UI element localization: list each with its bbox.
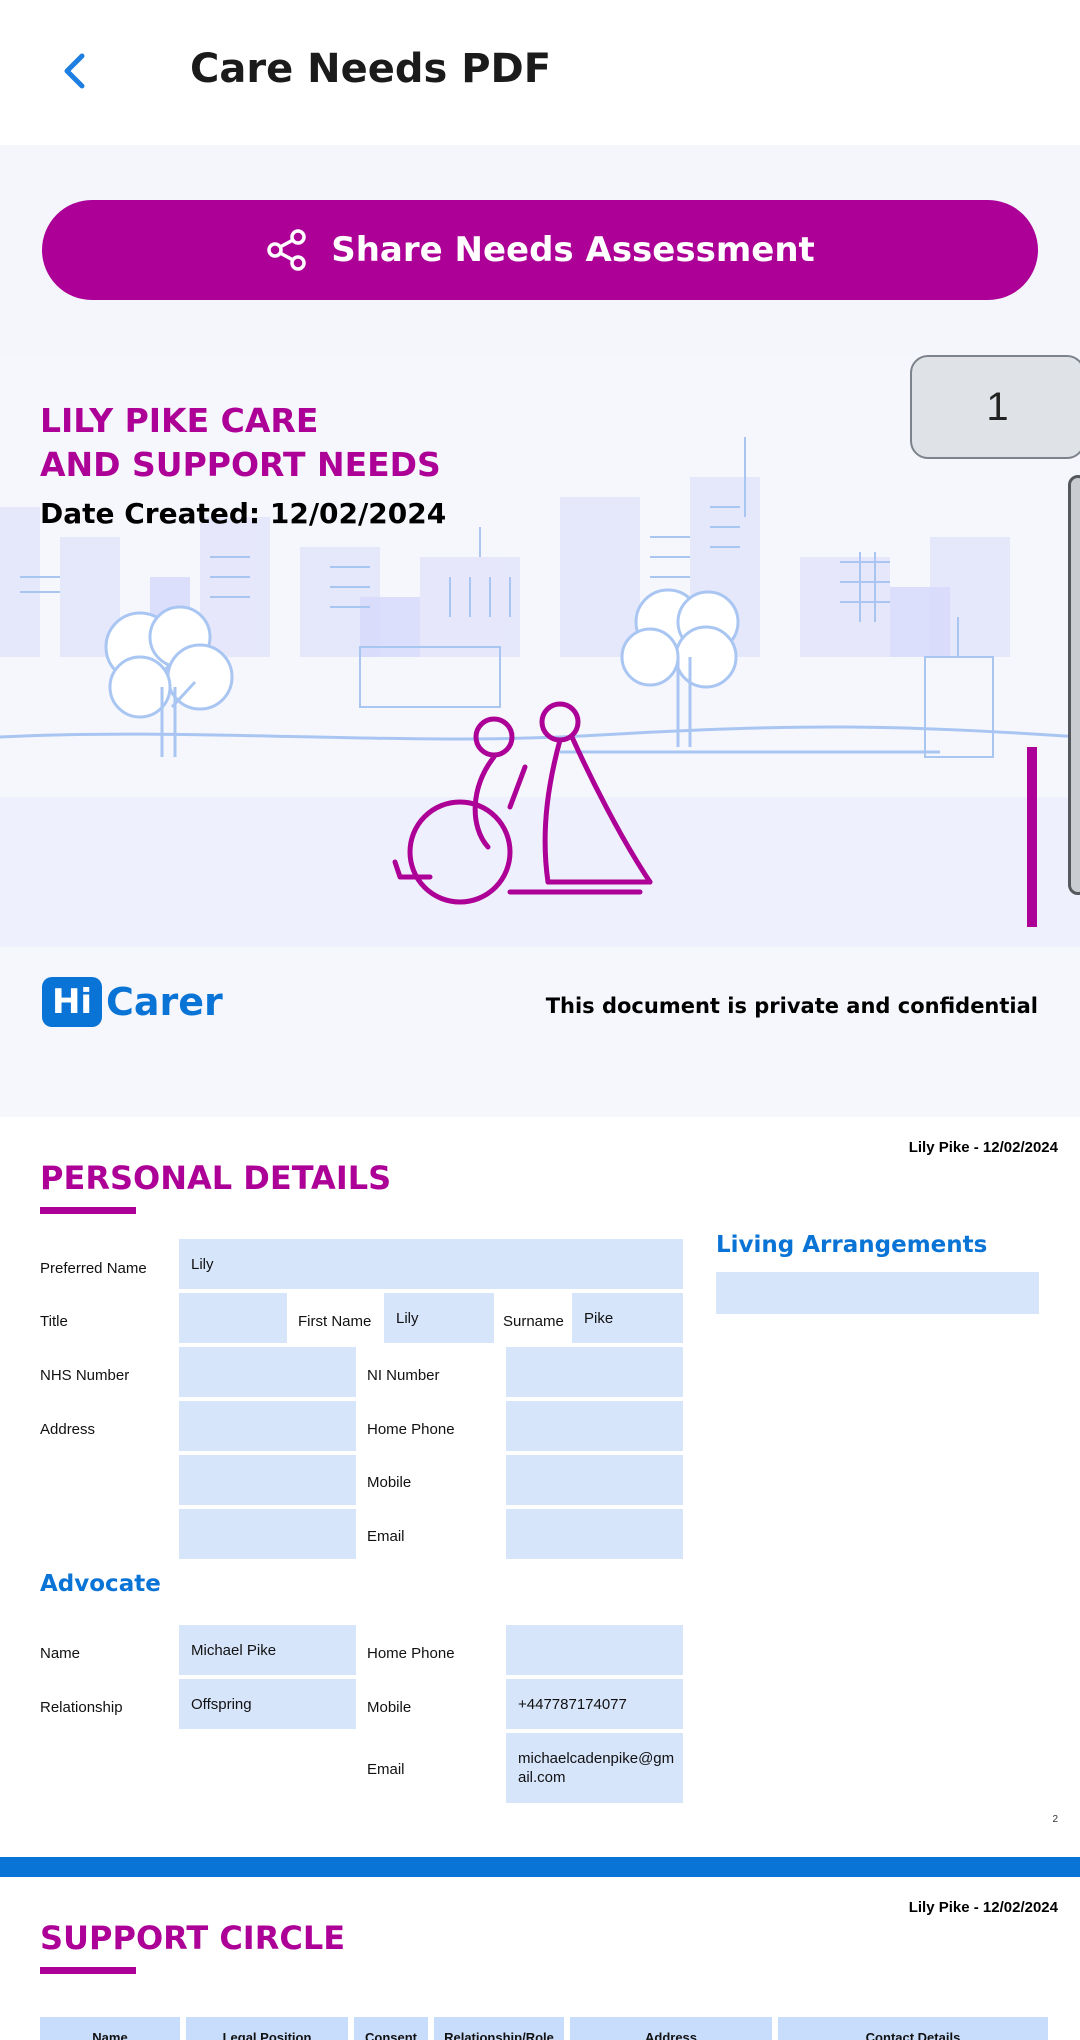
value-address-line1	[179, 1401, 356, 1451]
value-first-name: Lily	[384, 1293, 494, 1343]
table-header-contact-details: Contact Details	[778, 2017, 1048, 2040]
app-bar: Care Needs PDF	[0, 0, 1080, 145]
label-preferred-name: Preferred Name	[40, 1260, 147, 1277]
value-advocate-home-phone	[506, 1625, 683, 1675]
label-address: Address	[40, 1421, 96, 1438]
value-address-line3	[179, 1509, 356, 1559]
label-surname: Surname	[503, 1313, 564, 1330]
page-divider	[0, 1857, 1080, 1877]
back-button[interactable]	[48, 44, 102, 98]
table-header-name: Name	[40, 2017, 180, 2040]
label-advocate-relationship: Relationship	[40, 1699, 123, 1716]
label-home-phone: Home Phone	[367, 1421, 455, 1438]
pdf-page-personal-details: Lily Pike - 12/02/2024 PERSONAL DETAILS …	[0, 1117, 1080, 1857]
hicarer-logo: Hi Carer	[42, 977, 223, 1027]
section-underline	[40, 1967, 136, 1974]
value-surname: Pike	[572, 1293, 683, 1343]
table-header-consent: Consent	[354, 2017, 428, 2040]
cover-title-line2: AND SUPPORT NEEDS	[40, 445, 441, 484]
table-header-address: Address	[570, 2017, 772, 2040]
pdf-page-cover: LILY PIKE CARE AND SUPPORT NEEDS Date Cr…	[0, 357, 1080, 1117]
value-mobile	[506, 1455, 683, 1505]
pdf-viewer[interactable]: Share Needs Assessment LILY PIKE CARE AN…	[0, 145, 1080, 2040]
chevron-left-icon	[64, 53, 85, 89]
cover-title: LILY PIKE CARE AND SUPPORT NEEDS	[40, 399, 441, 487]
share-icon	[267, 229, 306, 271]
label-email: Email	[367, 1528, 405, 1545]
label-advocate-home-phone: Home Phone	[367, 1645, 455, 1662]
value-preferred-name: Lily	[179, 1239, 683, 1289]
value-advocate-mobile: +447787174077	[506, 1679, 683, 1729]
section-title-personal-details: PERSONAL DETAILS	[40, 1159, 392, 1197]
value-email	[506, 1509, 683, 1559]
living-arrangements-title: Living Arrangements	[716, 1232, 988, 1258]
confidential-notice: This document is private and confidentia…	[545, 994, 1038, 1018]
value-advocate-name: Michael Pike	[179, 1625, 356, 1675]
share-needs-assessment-button[interactable]: Share Needs Assessment	[42, 200, 1038, 300]
logo-wordmark: Carer	[106, 980, 223, 1024]
share-button-label: Share Needs Assessment	[331, 230, 815, 270]
table-header-legal-position: Legal Position	[186, 2017, 348, 2040]
cover-title-line1: LILY PIKE CARE	[40, 401, 319, 440]
page-number-indicator: 1	[910, 355, 1080, 459]
page-number: 2	[1052, 1814, 1058, 1825]
value-nhs-number	[179, 1347, 356, 1397]
scrollbar-handle[interactable]	[1068, 475, 1080, 895]
label-advocate-name: Name	[40, 1645, 81, 1662]
label-mobile: Mobile	[367, 1474, 412, 1491]
section-title-support-circle: SUPPORT CIRCLE	[40, 1919, 346, 1957]
label-ni-number: NI Number	[367, 1367, 440, 1384]
section-underline	[40, 1207, 136, 1214]
label-first-name: First Name	[298, 1313, 372, 1330]
accent-bar	[1027, 747, 1037, 927]
label-advocate-mobile: Mobile	[367, 1699, 412, 1716]
value-home-phone	[506, 1401, 683, 1451]
cityscape-illustration	[0, 437, 1080, 947]
table-header-relationship-role: Relationship/Role	[434, 2017, 564, 2040]
page-title: Care Needs PDF	[190, 46, 552, 92]
value-advocate-email: michaelcadenpike@gmail.com	[506, 1733, 683, 1803]
pdf-page-support-circle: Lily Pike - 12/02/2024 SUPPORT CIRCLE Na…	[0, 1877, 1080, 2040]
page-header-name-date: Lily Pike - 12/02/2024	[908, 1139, 1058, 1156]
advocate-title: Advocate	[40, 1571, 161, 1597]
label-title: Title	[40, 1313, 68, 1330]
value-address-line2	[179, 1455, 356, 1505]
value-living-arrangements	[716, 1272, 1039, 1314]
value-advocate-relationship: Offspring	[179, 1679, 356, 1729]
page-header-name-date: Lily Pike - 12/02/2024	[908, 1899, 1058, 1916]
date-created: Date Created: 12/02/2024	[40, 497, 447, 530]
label-advocate-email: Email	[367, 1761, 405, 1778]
value-title	[179, 1293, 287, 1343]
logo-speech-bubble: Hi	[42, 977, 102, 1027]
value-ni-number	[506, 1347, 683, 1397]
label-nhs-number: NHS Number	[40, 1367, 130, 1384]
